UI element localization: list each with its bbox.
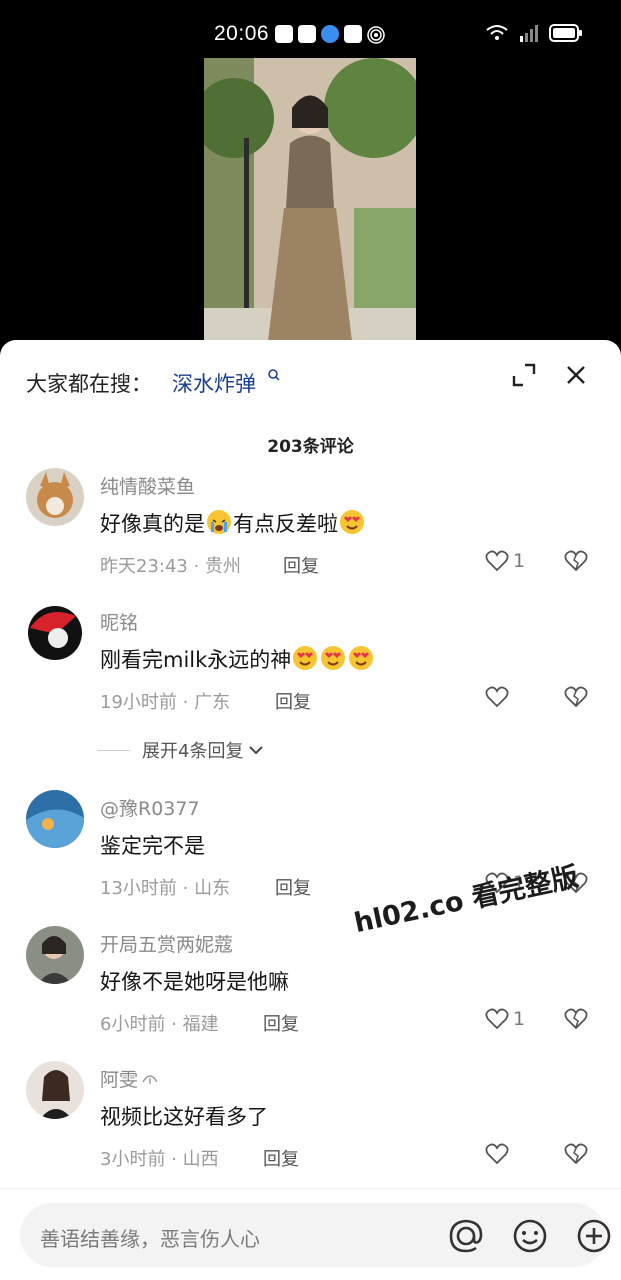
comment-username[interactable]: 昵铭 [100,608,138,635]
avatar[interactable] [26,604,84,662]
expand-icon[interactable] [512,363,536,387]
heart-icon [485,1008,509,1030]
comment-text: 鉴定完不是 [100,834,205,858]
heart-eyes-emoji-icon [321,646,346,670]
comment-item: 昵铭 刚看完milk永远的神 19小时前 · 广东 回复 [0,604,621,714]
status-bar: 20:06 [0,0,621,58]
reply-button[interactable]: 回复 [275,874,311,900]
chevron-down-icon [249,746,264,755]
comment-item: 纯情酸菜鱼 好像真的是 有点反差啦 昨天23:43 · 贵州 回复 1 [0,468,621,578]
comment-username[interactable]: 开局五赏两妮蔻 [100,930,233,957]
search-icon[interactable] [267,368,281,382]
comment-input[interactable]: 善语结善缘，恶言伤人心 [20,1203,611,1267]
dislike-button[interactable] [564,1143,588,1165]
app-notification-icon [298,25,316,43]
video-thumbnail-image [204,58,416,358]
reply-button[interactable]: 回复 [263,1145,299,1171]
dislike-button[interactable] [564,1008,588,1030]
trending-search-link[interactable]: 深水炸弹 [172,368,256,398]
like-button[interactable]: 1 [485,550,525,572]
add-icon[interactable] [576,1218,612,1254]
heart-eyes-emoji-icon [349,646,374,670]
like-count: 1 [513,550,526,572]
heart-icon [485,1143,509,1165]
comment-username[interactable]: 阿雯 [100,1065,159,1092]
signal-icon [520,25,538,42]
video-frame[interactable] [204,58,416,358]
comment-username[interactable]: 纯情酸菜鱼 [100,472,195,499]
comment-input-placeholder: 善语结善缘，恶言伤人心 [40,1227,260,1251]
emoji-icon[interactable] [512,1218,548,1254]
heart-eyes-emoji-icon [293,646,318,670]
trending-search-label: 大家都在搜： [26,372,152,396]
like-count: 1 [513,1008,526,1030]
comment-meta: 3小时前 · 山西 [100,1149,219,1170]
mention-icon[interactable] [448,1218,484,1254]
browser-notification-icon [321,25,339,43]
avatar[interactable] [26,790,84,848]
avatar[interactable] [26,1061,84,1119]
close-icon[interactable] [564,363,588,387]
comment-count: 203条评论 [267,437,354,457]
comment-text: 好像真的是 有点反差啦 [100,508,366,538]
wifi-icon [486,25,508,40]
comment-meta: 昨天23:43 · 贵州 [100,556,242,577]
comment-input-bar: 善语结善缘，恶言伤人心 [0,1188,621,1280]
dislike-button[interactable] [564,686,588,708]
like-button[interactable]: 1 [485,1008,525,1030]
comment-username[interactable]: @豫R0377 [100,794,200,821]
battery-icon [549,24,582,42]
comment-meta: 19小时前 · 广东 [100,692,231,713]
hotspot-icon [367,26,385,44]
expand-replies-button[interactable]: 展开4条回复 [98,737,265,763]
dislike-button[interactable] [564,550,588,572]
comment-text: 视频比这好看多了 [100,1105,268,1129]
divider [98,749,130,751]
crying-emoji-icon [207,510,231,534]
comment-meta: 6小时前 · 福建 [100,1014,219,1035]
reply-button[interactable]: 回复 [263,1010,299,1036]
heart-icon [485,550,509,572]
comment-item: 阿雯 视频比这好看多了 3小时前 · 山西 回复 [0,1061,621,1171]
comment-text: 刚看完milk永远的神 [100,644,375,674]
reply-button[interactable]: 回复 [283,552,319,578]
video-player[interactable] [0,58,621,358]
heart-eyes-emoji-icon [340,510,364,534]
comments-sheet: 大家都在搜： 深水炸弹 203条评论 纯情酸菜鱼 好像真的是 有点反差啦 昨天23… [0,340,621,1280]
comment-item: 开局五赏两妮蔻 好像不是她呀是他嘛 6小时前 · 福建 回复 1 [0,926,621,1036]
app-notification-icon [275,25,293,43]
avatar[interactable] [26,468,84,526]
like-button[interactable] [485,686,513,708]
app-notification-icon [344,25,362,43]
comment-text: 好像不是她呀是他嘛 [100,970,289,994]
status-time: 20:06 [214,22,270,45]
avatar[interactable] [26,926,84,984]
like-button[interactable] [485,1143,513,1165]
badge-icon [142,1075,158,1084]
heart-icon [485,686,509,708]
reply-button[interactable]: 回复 [275,688,311,714]
comment-meta: 13小时前 · 山东 [100,878,231,899]
